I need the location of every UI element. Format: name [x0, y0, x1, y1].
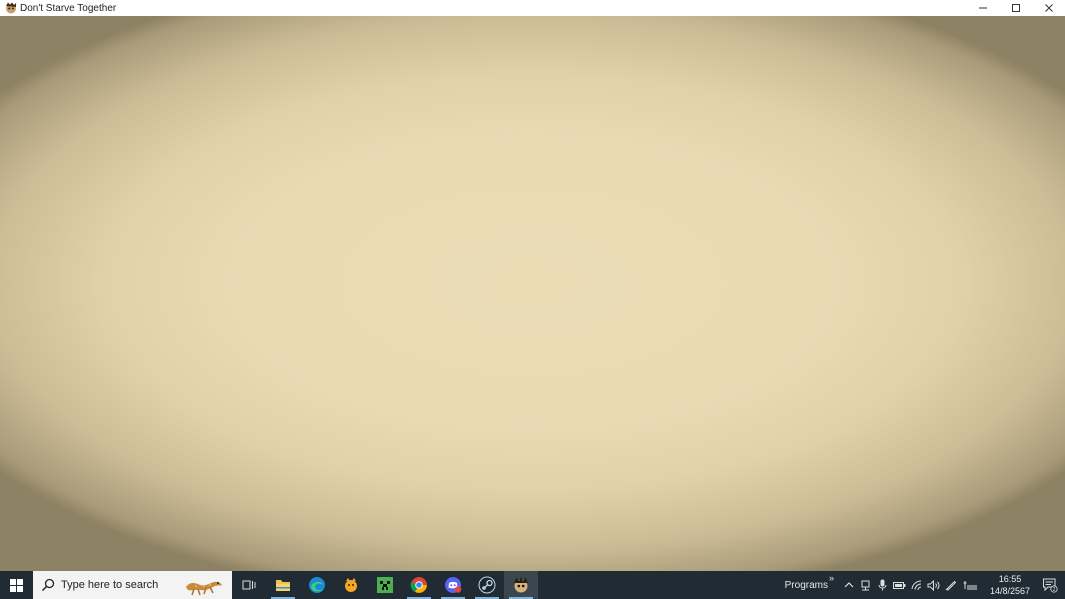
- close-icon: [1044, 4, 1053, 12]
- battery-icon: [893, 581, 906, 589]
- notification-icon: 2: [1043, 578, 1058, 593]
- taskbar-clock[interactable]: 16:55 14/8/2567: [985, 573, 1035, 597]
- taskbar: Type here to search Programs » 16:55 14/…: [0, 571, 1065, 599]
- tray-battery-button[interactable]: [891, 571, 908, 599]
- gecko-illustration-icon: [186, 581, 222, 596]
- taskbar-minecraft[interactable]: [368, 571, 402, 599]
- show-hidden-icons-button[interactable]: [840, 571, 857, 599]
- taskbar-discord[interactable]: [436, 571, 470, 599]
- taskbar-edge[interactable]: [300, 571, 334, 599]
- chevron-up-icon: [844, 582, 853, 588]
- game-viewport[interactable]: [0, 16, 1065, 571]
- dont-starve-app-icon: [6, 2, 16, 14]
- notification-count: 2: [1053, 587, 1056, 593]
- keyboard-language-icon: [963, 580, 977, 590]
- tray-network-button[interactable]: [908, 571, 925, 599]
- window-title: Don't Starve Together: [20, 2, 117, 14]
- minimize-button[interactable]: [966, 0, 999, 16]
- maximize-icon: [1011, 4, 1020, 12]
- tray-device-button[interactable]: [857, 571, 874, 599]
- taskbar-steam[interactable]: [470, 571, 504, 599]
- start-button[interactable]: [0, 571, 33, 599]
- programs-chevron-icon: »: [828, 572, 834, 583]
- tray-microphone-button[interactable]: [874, 571, 891, 599]
- search-icon: [41, 578, 55, 592]
- file-explorer-icon: [276, 580, 290, 591]
- minecraft-icon: [377, 577, 393, 593]
- wifi-icon: [911, 579, 921, 590]
- notification-center-button[interactable]: 2: [1035, 571, 1065, 599]
- tray-input-language-button[interactable]: [959, 571, 981, 599]
- programs-label: Programs: [784, 579, 828, 591]
- search-box[interactable]: Type here to search: [33, 571, 232, 599]
- clock-date: 14/8/2567: [989, 586, 1031, 596]
- dont-starve-together-icon: [514, 577, 528, 593]
- tray-volume-button[interactable]: [925, 571, 942, 599]
- volume-icon: [927, 579, 940, 591]
- maximize-button[interactable]: [999, 0, 1032, 16]
- chrome-icon: [410, 577, 427, 593]
- taskbar-chrome[interactable]: [402, 571, 436, 599]
- microphone-icon: [878, 579, 887, 591]
- game-app-icon: [345, 578, 357, 592]
- edge-icon: [309, 577, 325, 593]
- clock-time: 16:55: [998, 574, 1022, 584]
- pen-icon: [945, 580, 956, 591]
- task-view-button[interactable]: [232, 571, 266, 599]
- system-tray: Programs » 16:55 14/8/2567 2: [785, 571, 1065, 599]
- windows-logo-icon: [10, 578, 23, 592]
- title-bar: Don't Starve Together: [0, 0, 1065, 16]
- programs-toolbar[interactable]: Programs »: [784, 573, 834, 591]
- taskbar-game-app[interactable]: [334, 571, 368, 599]
- close-button[interactable]: [1032, 0, 1065, 16]
- device-icon: [861, 580, 870, 590]
- steam-icon: [478, 576, 496, 594]
- task-view-icon: [242, 580, 256, 590]
- taskbar-dont-starve-together[interactable]: [504, 571, 538, 599]
- discord-icon: [445, 577, 462, 593]
- minimize-icon: [978, 7, 987, 9]
- taskbar-file-explorer[interactable]: [266, 571, 300, 599]
- search-placeholder: Type here to search: [61, 579, 159, 591]
- tray-pen-button[interactable]: [942, 571, 959, 599]
